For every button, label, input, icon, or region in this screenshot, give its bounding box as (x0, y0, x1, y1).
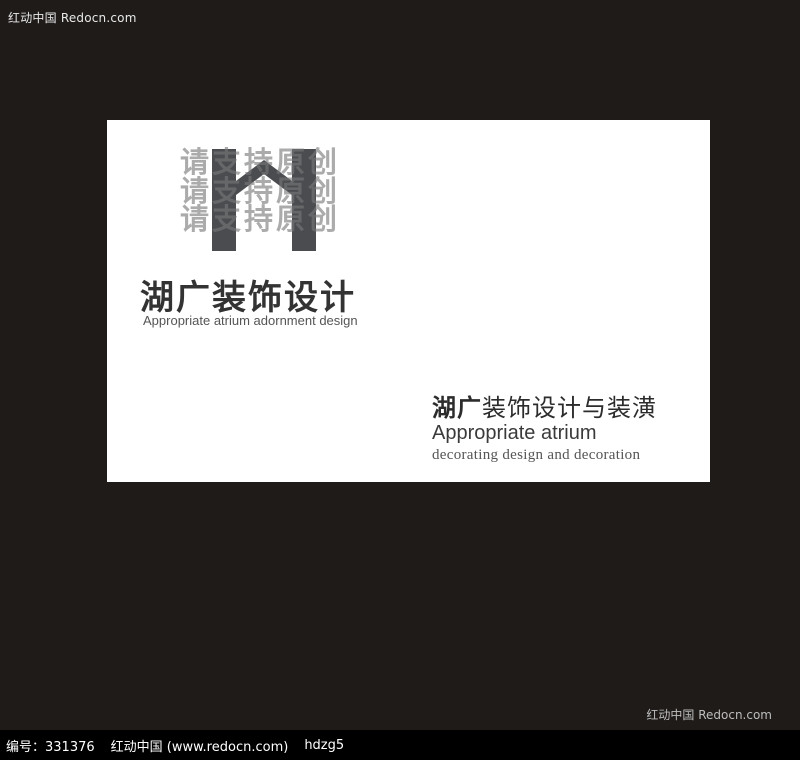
site-watermark-top: 红动中国 Redocn.com (8, 11, 137, 25)
brand-title-cn: 湖广装饰设计 (140, 278, 356, 318)
footer-bar: 编号：331376 红动中国 (www.redocn.com) hdzg5 (0, 730, 800, 760)
business-card: 请支持原创 请支持原创 请支持原创 湖广装饰设计 Appropriate atr… (107, 120, 710, 482)
watermark-overlay: 请支持原创 请支持原创 请支持原创 (180, 148, 340, 234)
overlay-line: 请支持原创 (180, 173, 341, 208)
overlay-line: 请支持原创 (180, 145, 341, 179)
secondary-line2: decorating design and decoration (432, 447, 641, 463)
secondary-line1: Appropriate atrium (432, 422, 597, 444)
site-watermark-bottom: 红动中国 Redocn.com (646, 708, 772, 722)
brand-subtitle-en: Appropriate atrium adornment design (143, 313, 358, 328)
footer-site-link[interactable]: 红动中国 (www.redocn.com) (111, 736, 289, 755)
footer-user: hdzg5 (304, 737, 345, 753)
footer-code: 编号：331376 (6, 739, 95, 755)
secondary-title-cn: 湖广装饰设计与装潢 (432, 388, 657, 423)
overlay-line: 请支持原创 (180, 202, 341, 236)
secondary-title-rest: 装饰设计与装潢 (482, 394, 657, 422)
secondary-title-bold: 湖广 (432, 394, 482, 422)
